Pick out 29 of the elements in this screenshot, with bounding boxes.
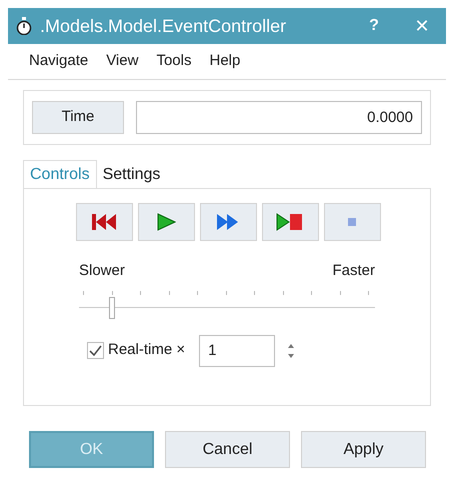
play-icon bbox=[156, 213, 176, 231]
check-icon bbox=[89, 345, 102, 356]
realtime-label: Real-time × bbox=[108, 340, 186, 360]
time-field[interactable]: 0.0000 bbox=[136, 101, 422, 134]
media-button[interactable] bbox=[138, 203, 194, 241]
media-button[interactable] bbox=[262, 203, 318, 241]
media-button[interactable] bbox=[200, 203, 256, 241]
menu-item[interactable]: Navigate bbox=[20, 50, 98, 73]
stopwatch-icon bbox=[16, 17, 32, 35]
tab[interactable]: Controls bbox=[23, 160, 97, 188]
window-title: .Models.Model.EventController bbox=[40, 14, 288, 38]
menu-item[interactable]: View bbox=[97, 50, 148, 73]
media-button[interactable] bbox=[76, 203, 132, 241]
realtime-checkbox[interactable] bbox=[87, 342, 104, 359]
dialog-button[interactable]: Cancel bbox=[165, 431, 290, 468]
dialog-button[interactable]: Apply bbox=[301, 431, 426, 468]
slower-label: Slower bbox=[79, 261, 125, 281]
tab[interactable]: Settings bbox=[96, 162, 166, 188]
realtime-field[interactable]: 1 bbox=[199, 334, 276, 366]
stop-icon bbox=[348, 218, 356, 226]
fast-forward-icon bbox=[216, 213, 240, 231]
rewind-icon bbox=[91, 213, 117, 231]
time-button[interactable]: Time bbox=[32, 101, 124, 134]
faster-label: Faster bbox=[332, 261, 375, 281]
play-stop-icon bbox=[276, 213, 304, 231]
menu-item[interactable]: Help bbox=[200, 50, 250, 73]
slider-thumb[interactable] bbox=[108, 296, 114, 318]
menu-item[interactable]: Tools bbox=[147, 50, 200, 73]
spinner-arrows-icon[interactable] bbox=[287, 342, 296, 358]
